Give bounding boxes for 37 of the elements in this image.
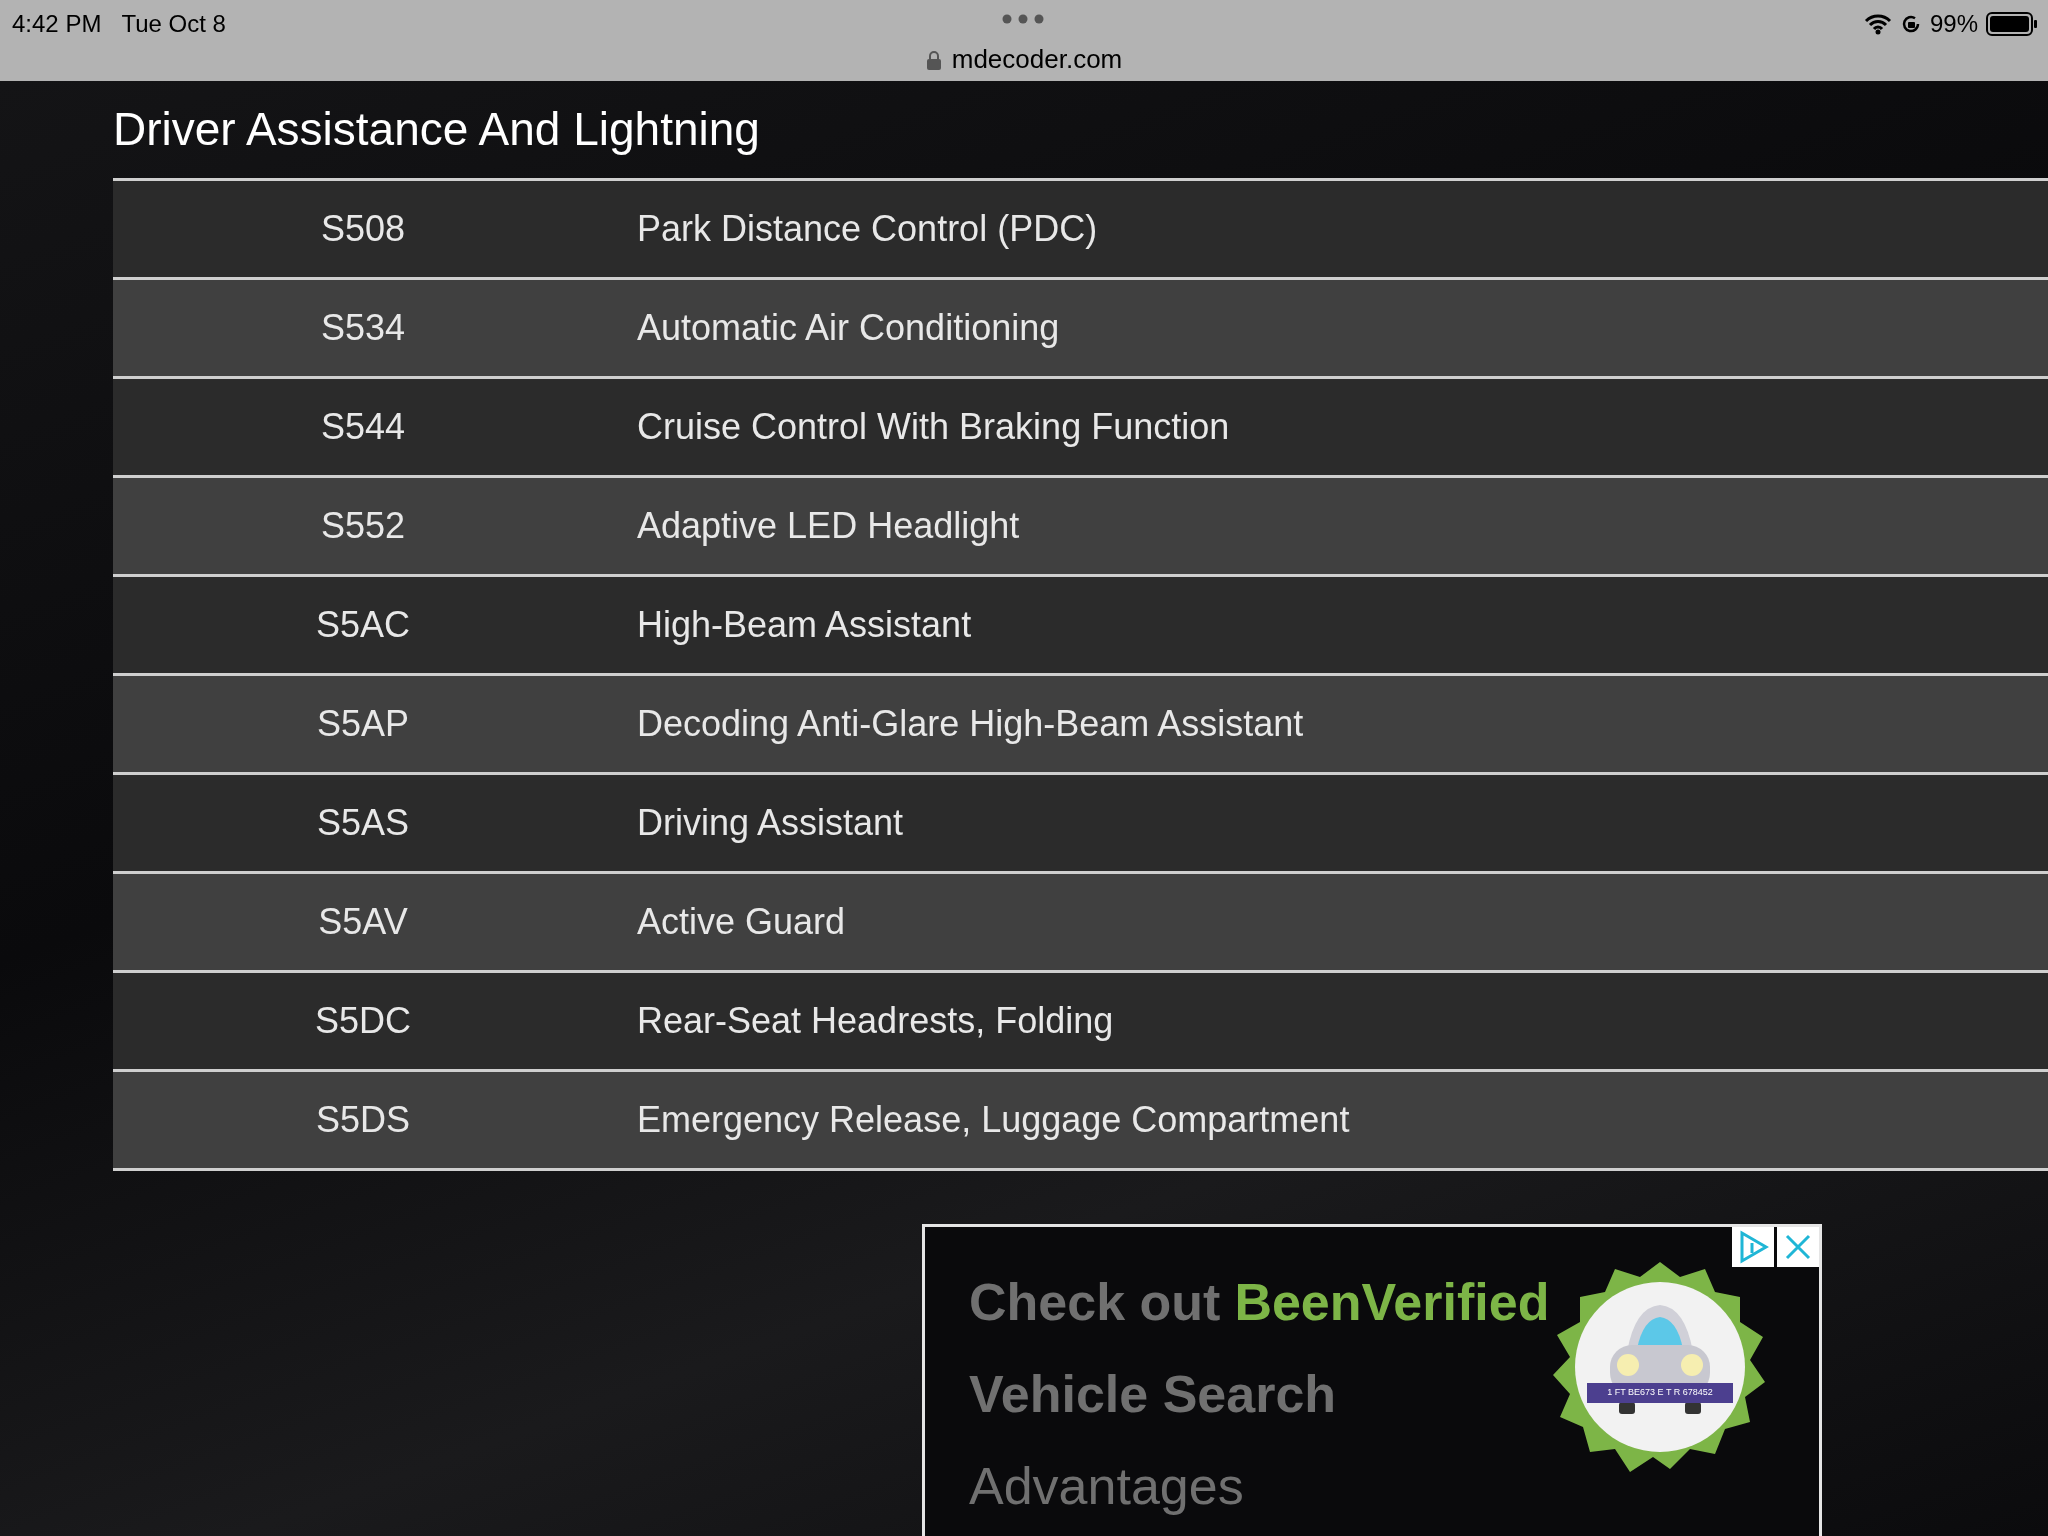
status-time: 4:42 PM xyxy=(12,9,102,39)
code-cell-text: S5AP xyxy=(316,702,410,746)
ad-headline: Vehicle Search xyxy=(969,1364,1338,1425)
code-cell-text: S5DS xyxy=(315,1098,410,1142)
battery-percent: 99% xyxy=(1929,9,1978,39)
ad-subline: Advantages xyxy=(969,1456,1245,1517)
description-cell-text: Active Guard xyxy=(636,900,846,944)
ad-choices-icon[interactable] xyxy=(1732,1227,1774,1267)
description-cell-text: Rear-Seat Headrests, Folding xyxy=(636,999,1114,1043)
battery-icon xyxy=(1986,12,2038,36)
code-cell-text: S5AV xyxy=(318,900,408,944)
description-cell-text: High-Beam Assistant xyxy=(636,603,972,647)
url-text[interactable]: mdecoder.com xyxy=(951,40,1123,79)
ad-brand: BeenVerified xyxy=(1234,1272,1550,1333)
code-cell-text: S5AS xyxy=(316,801,410,845)
license-plate: 1 FT BE673 E T R 678452 xyxy=(1587,1383,1733,1403)
wifi-icon xyxy=(1863,13,1892,35)
description-cell-text: Adaptive LED Headlight xyxy=(636,504,1020,548)
lock-icon xyxy=(925,49,942,70)
close-icon[interactable] xyxy=(1777,1227,1819,1267)
ad-headline: Check out xyxy=(969,1272,1221,1333)
description-cell-text: Cruise Control With Braking Function xyxy=(636,405,1230,449)
description-cell-text: Park Distance Control (PDC) xyxy=(636,207,1098,251)
description-cell-text: Emergency Release, Luggage Compartment xyxy=(636,1098,1350,1142)
description-cell-text: Automatic Air Conditioning xyxy=(636,306,1060,350)
description-cell-text: Driving Assistant xyxy=(636,801,904,845)
more-dots-icon[interactable] xyxy=(1002,14,1044,24)
code-cell-text: S544 xyxy=(320,405,406,449)
code-cell-text: S5AC xyxy=(315,603,410,647)
section-title: Driver Assistance And Lightning xyxy=(113,102,761,157)
code-cell-text: S5DC xyxy=(315,999,411,1043)
status-date: Tue Oct 8 xyxy=(121,9,226,39)
advertisement-panel[interactable]: Check out BeenVerified Vehicle Search Advantages 1 FT BE673 E T R 678452 xyxy=(922,1224,1822,1536)
description-cell-text: Decoding Anti-Glare High-Beam Assistant xyxy=(636,702,1304,746)
code-cell-text: S552 xyxy=(320,504,406,548)
code-cell-text: S534 xyxy=(320,306,406,350)
code-cell-text: S508 xyxy=(320,207,406,251)
